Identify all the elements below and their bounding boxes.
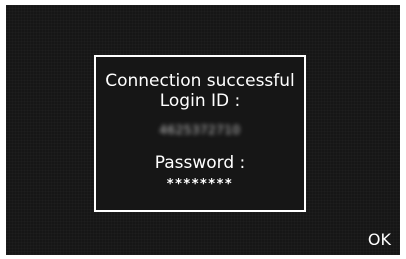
- camera-screen: Connection successful Login ID : 4625372…: [6, 5, 400, 255]
- password-value: ********: [166, 177, 234, 192]
- connection-status-title: Connection successful: [105, 71, 295, 91]
- ok-button[interactable]: OK: [368, 231, 391, 249]
- password-label: Password :: [154, 153, 246, 173]
- login-id-label: Login ID :: [159, 91, 241, 111]
- login-id-value: 4625372710: [159, 123, 241, 137]
- connection-dialog: Connection successful Login ID : 4625372…: [94, 55, 306, 212]
